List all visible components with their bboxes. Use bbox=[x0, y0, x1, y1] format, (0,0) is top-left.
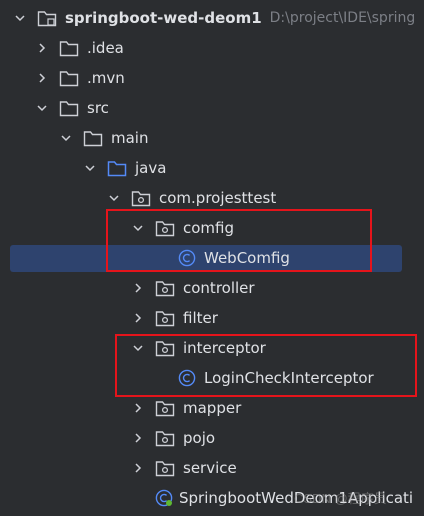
chevron-right-icon[interactable] bbox=[132, 312, 144, 324]
folder-icon bbox=[59, 70, 79, 87]
tree-label: LoginCheckInterceptor bbox=[204, 369, 374, 387]
chevron-down-icon[interactable] bbox=[132, 222, 144, 234]
tree-label: springboot-wed-deom1 bbox=[65, 9, 262, 27]
tree-label: service bbox=[183, 459, 237, 477]
tree-label: filter bbox=[183, 309, 218, 327]
chevron-right-icon[interactable] bbox=[132, 432, 144, 444]
chevron-down-icon[interactable] bbox=[14, 12, 26, 24]
chevron-right-icon[interactable] bbox=[36, 42, 48, 54]
tree-label: pojo bbox=[183, 429, 216, 447]
tree-label: src bbox=[87, 99, 109, 117]
class-icon bbox=[178, 249, 196, 267]
tree-row-main[interactable]: main bbox=[0, 123, 424, 153]
chevron-down-icon[interactable] bbox=[36, 102, 48, 114]
tree-label: mapper bbox=[183, 399, 242, 417]
tree-label: main bbox=[111, 129, 149, 147]
watermark: CSDN @程序员 bbox=[294, 491, 387, 506]
chevron-down-icon[interactable] bbox=[60, 132, 72, 144]
tree-label: .idea bbox=[87, 39, 124, 57]
package-icon bbox=[155, 340, 175, 357]
tree-label: java bbox=[135, 159, 167, 177]
tree-row-comfig[interactable]: comfig bbox=[0, 213, 424, 243]
tree-row-mvn[interactable]: .mvn bbox=[0, 63, 424, 93]
source-folder-icon bbox=[107, 160, 127, 177]
package-icon bbox=[155, 400, 175, 417]
chevron-down-icon[interactable] bbox=[108, 192, 120, 204]
tree-row-java[interactable]: java bbox=[0, 153, 424, 183]
tree-row-filter[interactable]: filter bbox=[0, 303, 424, 333]
folder-icon bbox=[83, 130, 103, 147]
folder-icon bbox=[59, 40, 79, 57]
spring-boot-class-icon bbox=[155, 489, 173, 507]
tree-row-package[interactable]: com.projesttest bbox=[0, 183, 424, 213]
chevron-down-icon[interactable] bbox=[132, 342, 144, 354]
package-icon bbox=[155, 460, 175, 477]
package-icon bbox=[155, 430, 175, 447]
tree-row-webcomfig[interactable]: WebComfig bbox=[0, 243, 424, 273]
tree-row-pojo[interactable]: pojo bbox=[0, 423, 424, 453]
project-tree: springboot-wed-deom1 D:\project\IDE\spri… bbox=[0, 0, 424, 516]
chevron-right-icon[interactable] bbox=[132, 402, 144, 414]
chevron-right-icon[interactable] bbox=[36, 72, 48, 84]
module-folder-icon bbox=[37, 10, 57, 27]
tree-row-src[interactable]: src bbox=[0, 93, 424, 123]
tree-label: WebComfig bbox=[204, 249, 290, 267]
folder-icon bbox=[59, 100, 79, 117]
tree-row-service[interactable]: service bbox=[0, 453, 424, 483]
tree-label: comfig bbox=[183, 219, 235, 237]
chevron-right-icon[interactable] bbox=[132, 462, 144, 474]
project-path: D:\project\IDE\spring bbox=[269, 10, 416, 26]
package-icon bbox=[131, 190, 151, 207]
tree-row-root[interactable]: springboot-wed-deom1 D:\project\IDE\spri… bbox=[0, 3, 424, 33]
tree-row-interceptor[interactable]: interceptor bbox=[0, 333, 424, 363]
tree-label: controller bbox=[183, 279, 255, 297]
chevron-right-icon[interactable] bbox=[132, 282, 144, 294]
tree-row-logincheckinterceptor[interactable]: LoginCheckInterceptor bbox=[0, 363, 424, 393]
tree-label: com.projesttest bbox=[159, 189, 277, 207]
chevron-down-icon[interactable] bbox=[84, 162, 96, 174]
tree-row-controller[interactable]: controller bbox=[0, 273, 424, 303]
package-icon bbox=[155, 280, 175, 297]
package-icon bbox=[155, 220, 175, 237]
tree-row-idea[interactable]: .idea bbox=[0, 33, 424, 63]
class-icon bbox=[178, 369, 196, 387]
package-icon bbox=[155, 310, 175, 327]
tree-label: .mvn bbox=[87, 69, 125, 87]
tree-label: interceptor bbox=[183, 339, 266, 357]
tree-row-mapper[interactable]: mapper bbox=[0, 393, 424, 423]
